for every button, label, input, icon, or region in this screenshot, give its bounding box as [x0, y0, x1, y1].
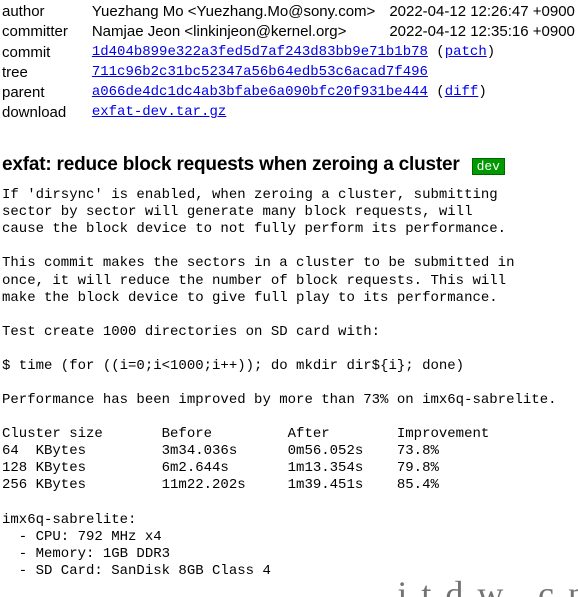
tree-hash-link[interactable]: 711c96b2c31bc52347a56b64edb53c6acad7f496	[92, 64, 428, 80]
patch-link[interactable]: patch	[445, 44, 487, 60]
branch-badge[interactable]: dev	[472, 158, 505, 176]
commit-hash-link[interactable]: 1d404b899e322a3fed5d7af243d83bb9e71b1b78	[92, 44, 428, 60]
paren-open: (	[428, 84, 445, 100]
commit-message: If 'dirsync' is enabled, when zeroing a …	[2, 187, 576, 580]
author-date: 2022-04-12 12:26:47 +0900	[389, 2, 578, 22]
commit-header-table: author Yuezhang Mo <Yuezhang.Mo@sony.com…	[2, 2, 578, 124]
committer-date: 2022-04-12 12:35:16 +0900	[389, 22, 578, 42]
commit-title: exfat: reduce block requests when zeroin…	[2, 152, 460, 178]
commit-key: commit	[2, 43, 92, 63]
author-key: author	[2, 2, 92, 22]
download-key: download	[2, 103, 92, 123]
committer-value: Namjae Jeon <linkinjeon@kernel.org>	[92, 22, 389, 42]
download-link[interactable]: exfat-dev.tar.gz	[92, 104, 226, 120]
parent-value-cell: a066de4dc1dc4ab3bfabe6a090bfc20f931be444…	[92, 83, 578, 103]
author-value: Yuezhang Mo <Yuezhang.Mo@sony.com>	[92, 2, 389, 22]
committer-key: committer	[2, 22, 92, 42]
parent-hash-link[interactable]: a066de4dc1dc4ab3bfabe6a090bfc20f931be444	[92, 84, 428, 100]
download-value-cell: exfat-dev.tar.gz	[92, 103, 578, 123]
paren-close: )	[487, 44, 495, 60]
diff-link[interactable]: diff	[445, 84, 479, 100]
commit-value-cell: 1d404b899e322a3fed5d7af243d83bb9e71b1b78…	[92, 43, 578, 63]
tree-value-cell: 711c96b2c31bc52347a56b64edb53c6acad7f496	[92, 63, 578, 83]
parent-key: parent	[2, 83, 92, 103]
paren-open: (	[428, 44, 445, 60]
tree-key: tree	[2, 63, 92, 83]
paren-close: )	[478, 84, 486, 100]
title-row: exfat: reduce block requests when zeroin…	[2, 152, 576, 178]
